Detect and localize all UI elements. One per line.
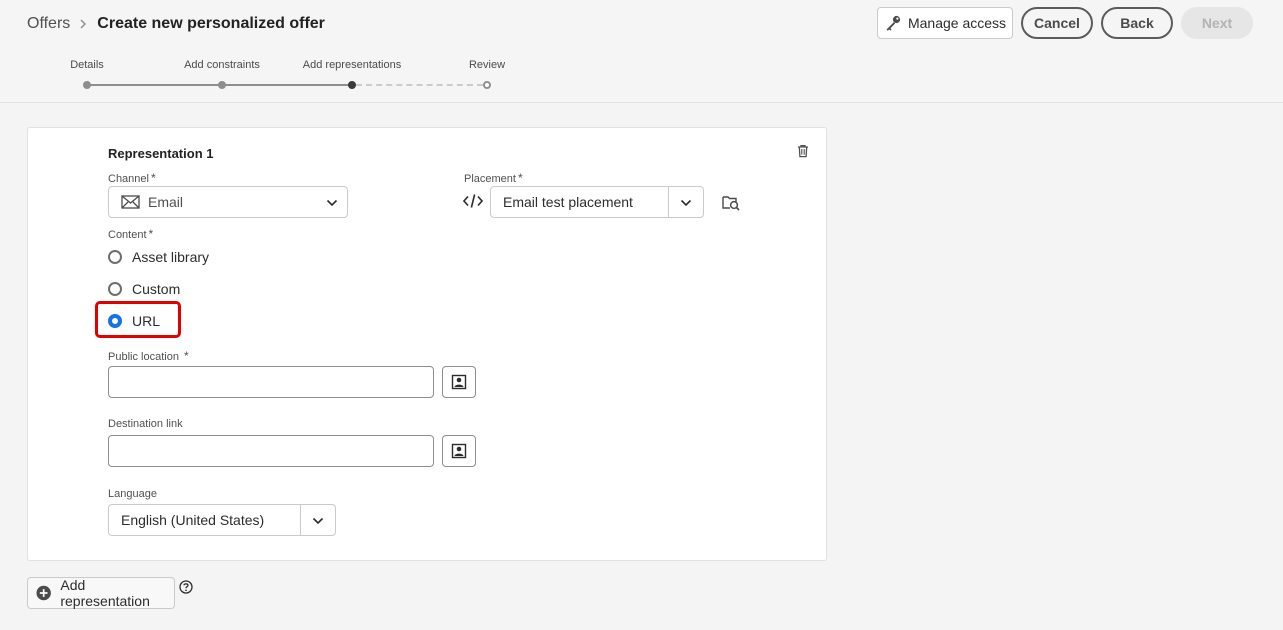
radio-asset-library[interactable] [108,250,122,264]
public-location-input[interactable] [108,366,434,398]
representation-title: Representation 1 [108,146,214,161]
language-dropdown-divider [300,505,301,535]
step-indicator: Details Add constraints Add representati… [0,58,1283,98]
chevron-down-icon [326,199,338,207]
breadcrumb-offers-link[interactable]: Offers [27,15,70,33]
placement-label-text: Placement [464,173,516,185]
add-representation-button[interactable]: Add representation [27,577,175,609]
url-option-highlight [95,301,181,338]
email-icon [121,195,140,209]
chevron-right-icon [79,16,87,32]
public-location-picker-button[interactable] [442,366,476,398]
public-location-label: Public location * [108,349,189,363]
step-label-add-constraints: Add constraints [184,59,260,71]
page-title: Create new personalized offer [97,15,325,32]
step-marker-add-representations [348,81,356,89]
required-marker: * [517,171,523,185]
destination-link-input[interactable] [108,435,434,467]
channel-select[interactable]: Email [108,186,348,218]
image-picker-icon [451,443,467,459]
image-picker-icon [451,374,467,390]
trash-icon[interactable] [796,144,810,158]
placement-label: Placement * [464,171,523,185]
manage-access-label: Manage access [907,15,1007,31]
radio-label-custom: Custom [132,281,181,297]
step-label-add-representations: Add representations [302,59,402,71]
page-header: Offers Create new personalized offer Man… [0,0,1283,103]
manage-access-button[interactable]: Manage access [877,7,1013,39]
content-option-asset-library[interactable]: Asset library [108,249,209,265]
breadcrumb: Offers Create new personalized offer [27,13,325,35]
add-representation-label: Add representation [60,577,150,609]
chevron-down-icon [312,517,324,525]
destination-link-picker-button[interactable] [442,435,476,467]
placement-browse-icon[interactable] [722,194,740,211]
placement-value: Email test placement [503,194,633,210]
content-label: Content * [108,227,153,241]
code-icon [463,194,483,208]
chevron-down-icon [680,199,692,207]
step-label-details: Details [70,59,104,71]
help-icon[interactable] [179,580,193,594]
radio-label-asset-library: Asset library [132,249,210,265]
content-option-custom[interactable]: Custom [108,281,180,297]
content-label-text: Content [108,229,147,241]
step-marker-add-constraints [218,81,226,89]
channel-value: Email [148,194,184,210]
radio-custom[interactable] [108,282,122,296]
required-marker: * [183,349,189,363]
key-icon [886,15,901,31]
representation-card: Representation 1 Channel * Email Placemen… [27,127,827,561]
cancel-button[interactable]: Cancel [1021,7,1093,39]
required-marker: * [148,227,154,241]
step-marker-review [483,81,491,89]
destination-link-label: Destination link [108,418,183,430]
language-value: English (United States) [121,512,265,528]
step-remaining-line [356,84,483,86]
channel-label-text: Channel [108,173,149,185]
add-circle-icon [36,585,51,601]
next-button[interactable]: Next [1181,7,1253,39]
step-label-review: Review [468,59,506,71]
back-button[interactable]: Back [1101,7,1173,39]
placement-dropdown-divider [668,187,669,217]
step-marker-details [83,81,91,89]
language-label: Language [108,488,157,500]
required-marker: * [150,171,156,185]
public-location-label-text: Public location [108,351,179,363]
placement-select[interactable]: Email test placement [490,186,704,218]
language-select[interactable]: English (United States) [108,504,336,536]
channel-label: Channel * [108,171,156,185]
